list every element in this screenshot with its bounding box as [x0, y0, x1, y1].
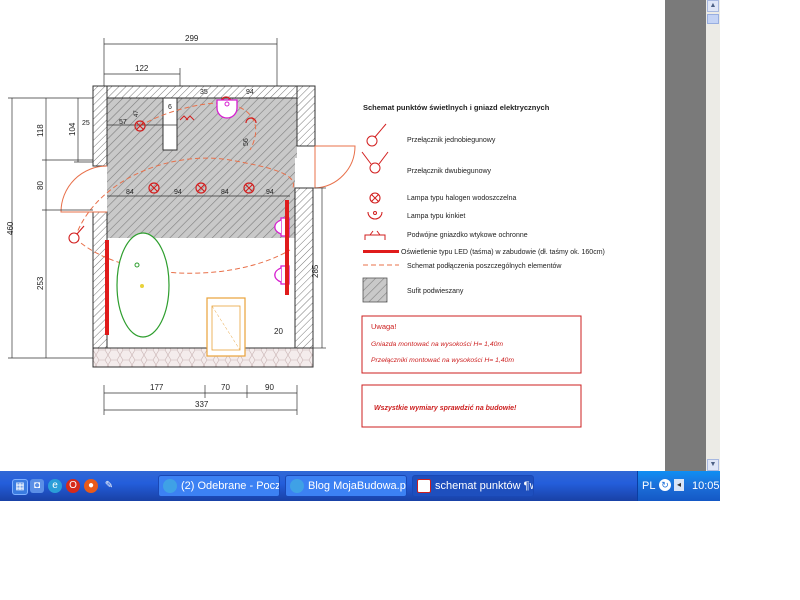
legend-label-led: Oświetlenie typu LED (taśma) w zabudowie… — [401, 249, 605, 256]
double-pole-switch-icon — [361, 151, 389, 174]
taskbar-item-active[interactable]: schemat punktów ¶wi... — [412, 475, 534, 497]
taskbar-item[interactable]: (2) Odebrane - Poczt... — [158, 475, 280, 497]
dim-left-118: 118 — [36, 124, 45, 137]
legend-label-socket: Podwójne gniazdko wtykowe ochronne — [407, 232, 528, 239]
led-strip-right — [285, 200, 289, 295]
media-icon[interactable]: ◘ — [30, 479, 44, 493]
dim-inner-47: 47 — [134, 110, 140, 117]
dim-inner-57: 57 — [119, 119, 127, 126]
led-strip-left — [105, 240, 109, 335]
dimension-left — [8, 97, 93, 359]
dim-left-253: 253 — [36, 276, 45, 290]
dim-bottom-90: 90 — [265, 383, 274, 392]
wall-lamp-icon — [367, 211, 383, 220]
task-label: (2) Odebrane - Poczt... — [181, 480, 280, 492]
dim-top-width: 299 — [185, 34, 199, 43]
legend-title: Schemat punktów świetlnych i gniazd elek… — [363, 103, 550, 112]
system-tray: PL ↻ ◂ 10:05 — [637, 471, 720, 501]
notes-heading: Uwaga! — [371, 322, 396, 331]
dim-inner-35: 35 — [200, 89, 208, 96]
dim-inner-56: 56 — [243, 138, 250, 146]
suspended-ceiling-middle — [107, 158, 295, 238]
dim-bottom-70: 70 — [221, 383, 230, 392]
floor-plan-drawing: 299 122 460 118 104 80 253 25 57 47 6 35… — [6, 34, 605, 428]
browser-icon — [163, 479, 177, 493]
dim-inner-94-top: 94 — [246, 89, 254, 96]
double-socket-icon — [364, 230, 386, 240]
scroll-up-icon[interactable]: ▲ — [707, 0, 719, 12]
dim-right-20: 20 — [274, 327, 283, 336]
dimension-top — [103, 38, 278, 86]
document-page: 299 122 460 118 104 80 253 25 57 47 6 35… — [0, 0, 665, 471]
halogen-lamp-icon — [369, 192, 381, 204]
dim-row-94-b: 94 — [266, 189, 274, 196]
dim-left-104: 104 — [68, 122, 77, 136]
notes-line-switches: Przełączniki montować na wysokości H= 1,… — [371, 357, 514, 364]
viewer-gutter — [665, 0, 706, 471]
update-icon[interactable]: ↻ — [659, 479, 671, 491]
wall-right-upper — [296, 85, 316, 147]
dim-left-total: 460 — [6, 221, 15, 235]
opera-icon[interactable]: O — [66, 479, 80, 493]
suspended-ceiling-icon — [362, 277, 388, 303]
speaker-icon[interactable]: ◂ — [674, 479, 684, 491]
dim-row-84-a: 84 — [126, 189, 134, 196]
task-label: schemat punktów ¶wi... — [435, 480, 533, 492]
legend-label-wall-lamp: Lampa typu kinkiet — [407, 213, 465, 220]
dim-left-80: 80 — [36, 181, 45, 190]
dim-row-94-a: 94 — [174, 189, 182, 196]
wall-left-lower — [92, 211, 108, 368]
legend-label-halogen: Lampa typu halogen wodoszczelna — [407, 195, 516, 202]
legend-label-double-switch: Przełącznik dwubiegunowy — [407, 168, 492, 175]
dim-inner-25: 25 — [82, 120, 90, 127]
washbasin-icon — [216, 99, 238, 119]
vertical-scrollbar[interactable]: ▲ ▼ — [706, 0, 720, 471]
taskbar-item[interactable]: Blog MojaBudowa.pl ... — [285, 475, 407, 497]
tool-icon[interactable]: ✎ — [102, 479, 116, 493]
dim-inner-6: 6 — [168, 104, 172, 111]
single-pole-switch-icon — [366, 123, 387, 147]
warning-text: Wszystkie wymiary sprawdzić na budowie! — [374, 405, 517, 412]
browser-icon — [290, 479, 304, 493]
notes-line-sockets: Gniazda montować na wysokości H= 1,40m — [371, 341, 503, 348]
dim-top-sub: 122 — [135, 64, 149, 73]
scroll-thumb[interactable] — [707, 14, 719, 24]
clock[interactable]: 10:05 — [692, 480, 720, 492]
player-icon[interactable]: ● — [84, 479, 98, 493]
desktop-icon[interactable]: ▦ — [12, 479, 28, 495]
dim-bottom-177: 177 — [150, 383, 164, 392]
language-indicator[interactable]: PL — [642, 480, 655, 492]
browser-icon[interactable]: e — [48, 479, 62, 493]
taskbar: ▦ ◘ e O ● ✎ (2) Odebrane - Poczt... Blog… — [0, 471, 720, 501]
floor-tiles-strip — [92, 347, 314, 368]
legend-label-single-switch: Przełącznik jednobiegunowy — [407, 137, 496, 144]
legend-label-ceiling: Sufit podwieszany — [407, 288, 464, 295]
single-pole-switch-icon — [68, 225, 85, 244]
task-label: Blog MojaBudowa.pl ... — [308, 480, 407, 492]
door-left-swing — [60, 165, 108, 213]
dim-right-285: 285 — [311, 264, 320, 278]
scroll-down-icon[interactable]: ▼ — [707, 459, 719, 471]
dim-bottom-total: 337 — [195, 400, 209, 409]
legend-label-scheme: Schemat podłączenia poszczególnych eleme… — [407, 263, 562, 270]
led-strip-icon — [363, 250, 399, 253]
dim-row-84-b: 84 — [221, 189, 229, 196]
pdf-icon — [417, 479, 431, 493]
door-right-swing — [314, 145, 356, 189]
wall-left-upper — [92, 85, 108, 167]
